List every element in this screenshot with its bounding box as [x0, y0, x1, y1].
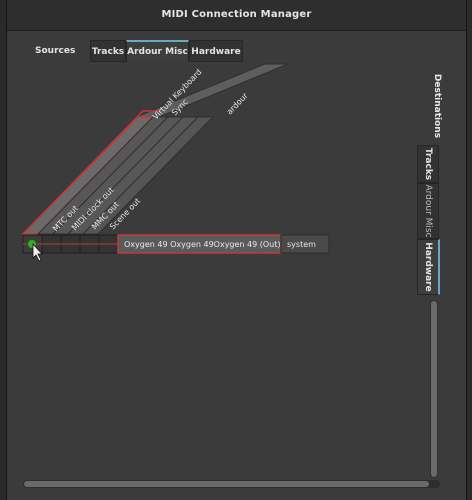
tab-dest-ardour-misc[interactable]: Ardour Misc [417, 183, 439, 239]
tab-label: Hardware [423, 242, 433, 292]
window-title: MIDI Connection Manager [161, 9, 312, 20]
tab-dest-tracks[interactable]: Tracks [417, 145, 439, 183]
scrollbar-thumb[interactable] [24, 481, 429, 487]
horizontal-scrollbar[interactable] [23, 478, 440, 490]
sources-heading: Sources [35, 46, 76, 56]
destinations-heading: Destinations [432, 73, 442, 139]
tab-dest-hardware[interactable]: Hardware [417, 239, 440, 295]
midi-connection-window: MIDI Connection Manager Sources Tracks A… [7, 0, 466, 500]
title-bar[interactable]: MIDI Connection Manager [7, 0, 466, 31]
tab-label: Ardour Misc [423, 184, 433, 238]
tab-label: Ardour Misc [127, 47, 188, 57]
scrollbar-thumb[interactable] [431, 301, 437, 477]
tab-label: Hardware [191, 47, 241, 57]
tab-label: Tracks [91, 47, 125, 57]
tab-label: Tracks [423, 147, 433, 181]
vertical-scrollbar[interactable] [428, 300, 440, 478]
tab-source-hardware[interactable]: Hardware [189, 40, 243, 62]
tab-source-tracks[interactable]: Tracks [90, 40, 126, 62]
tab-source-ardour-misc[interactable]: Ardour Misc [126, 40, 189, 62]
